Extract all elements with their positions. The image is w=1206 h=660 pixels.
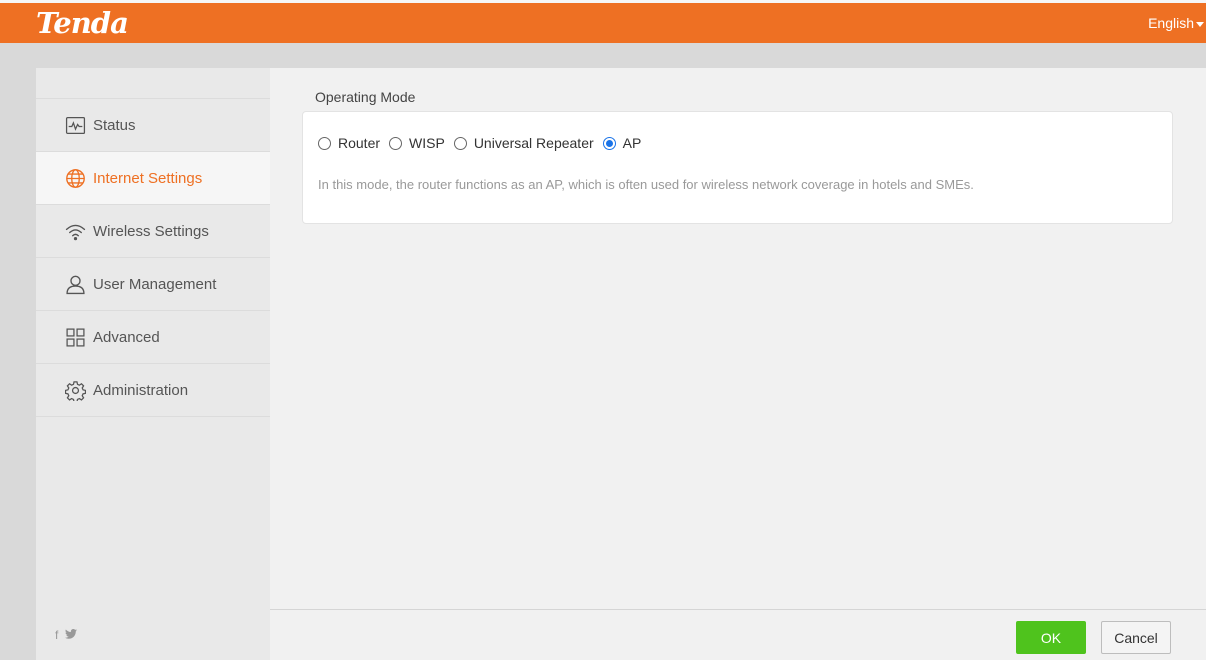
sidebar-item-label: User Management	[93, 275, 217, 293]
radio-button[interactable]	[389, 136, 403, 150]
radio-label: Universal Repeater	[473, 135, 594, 151]
radio-button[interactable]	[318, 136, 331, 150]
language-selector[interactable]: English	[1148, 15, 1204, 31]
sidebar-item-wireless-settings[interactable]: Wireless Settings	[36, 205, 270, 258]
radio-router[interactable]: Router	[318, 135, 380, 151]
social-links: f	[55, 628, 78, 642]
radio-wisp[interactable]: WISP	[389, 135, 445, 151]
radio-label: Router	[338, 135, 381, 151]
sidebar-item-internet-settings[interactable]: Internet Settings	[36, 152, 270, 205]
sidebar-item-advanced[interactable]: Advanced	[36, 311, 270, 364]
twitter-icon[interactable]	[65, 628, 78, 642]
ok-button[interactable]: OK	[1016, 621, 1086, 654]
radio-ap[interactable]: AP	[602, 135, 642, 151]
sidebar-item-administration[interactable]: Administration	[36, 364, 270, 417]
sidebar-item-user-management[interactable]: User Management	[36, 258, 270, 311]
radio-label: WISP	[409, 135, 445, 151]
sidebar: Status Internet Settings Wireless Settin…	[36, 68, 270, 660]
operating-mode-radio-group: Router WISP Universal Repeater AP	[318, 135, 650, 151]
sidebar-item-label: Status	[93, 116, 136, 134]
sidebar-item-label: Internet Settings	[93, 169, 203, 187]
operating-mode-card: Router WISP Universal Repeater AP In thi…	[302, 111, 1173, 224]
facebook-icon[interactable]: f	[55, 628, 58, 642]
radio-universal-repeater[interactable]: Universal Repeater	[453, 135, 594, 151]
chevron-down-icon	[1196, 21, 1204, 27]
wifi-icon	[64, 220, 86, 242]
radio-button[interactable]	[453, 136, 467, 150]
user-icon	[64, 273, 86, 295]
main-content: Operating Mode Router WISP Universal Rep…	[270, 68, 1206, 660]
monitor-pulse-icon	[64, 114, 86, 136]
mode-description: In this mode, the router functions as an…	[318, 177, 974, 192]
language-label: English	[1148, 15, 1194, 31]
action-bar: OK Cancel	[270, 609, 1206, 660]
sidebar-nav: Status Internet Settings Wireless Settin…	[36, 99, 270, 417]
sidebar-item-label: Wireless Settings	[93, 222, 209, 240]
sidebar-item-label: Advanced	[93, 328, 160, 346]
cancel-button[interactable]: Cancel	[1101, 621, 1171, 654]
globe-icon	[64, 167, 86, 189]
radio-label: AP	[622, 135, 642, 151]
top-header: Tenda English	[0, 0, 1206, 43]
radio-button[interactable]	[602, 136, 616, 150]
tenda-logo: Tenda	[36, 6, 129, 40]
operating-mode-title: Operating Mode	[315, 89, 416, 105]
gear-icon	[64, 379, 86, 401]
sidebar-item-status[interactable]: Status	[36, 99, 270, 152]
sidebar-item-label: Administration	[93, 381, 189, 399]
grid-icon	[64, 326, 86, 348]
